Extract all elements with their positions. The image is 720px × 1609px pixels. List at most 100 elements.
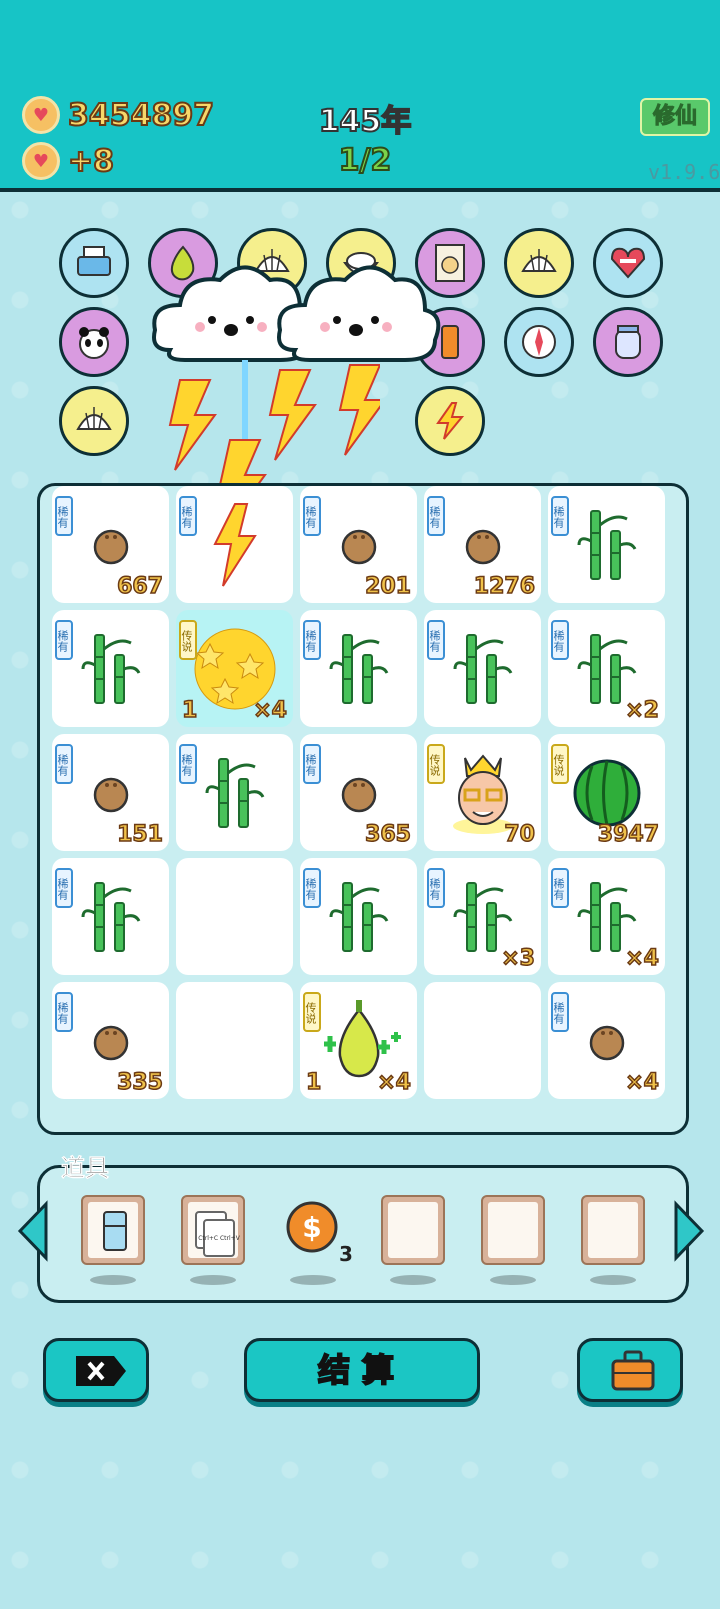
game-board: 稀有 667 稀有 稀有 201 稀有 1276 稀有 稀有 传说 ×4 1 稀有 稀有 稀有 ×2 稀有 151… <box>37 483 689 1135</box>
board-cell[interactable]: 稀有 ×4 <box>548 982 665 1099</box>
board-cell[interactable]: 稀有 <box>548 486 665 603</box>
rare-tag: 稀有 <box>427 868 445 908</box>
board-cell[interactable]: 稀有 <box>300 858 417 975</box>
board-cell[interactable]: 稀有 <box>176 734 293 851</box>
printer-icon <box>77 246 111 276</box>
coins-display: ♥ 3454897 <box>22 96 215 134</box>
coconut-icon <box>93 529 128 564</box>
board-cell[interactable]: 稀有 ×4 <box>548 858 665 975</box>
coconut-icon <box>93 1025 128 1060</box>
prop-slot-empty[interactable] <box>581 1195 645 1265</box>
compass-icon <box>522 325 556 359</box>
board-cell[interactable]: 稀有 1276 <box>424 486 541 603</box>
board-cell[interactable]: 稀有 201 <box>300 486 417 603</box>
board-cell[interactable]: 稀有 667 <box>52 486 169 603</box>
props-title: 道具 <box>61 1154 110 1183</box>
inventory-button[interactable] <box>577 1338 683 1402</box>
cell-value: 1276 <box>473 573 536 600</box>
coconut-icon <box>465 529 500 564</box>
rare-tag: 稀有 <box>55 496 73 536</box>
board-cell[interactable]: 稀有 ×2 <box>548 610 665 727</box>
board-cell[interactable]: 传说 3947 <box>548 734 665 851</box>
board-cell[interactable]: 传说 ×4 1 <box>176 610 293 727</box>
board-cell[interactable]: 稀有 <box>300 610 417 727</box>
board-cell[interactable]: 稀有 ×3 <box>424 858 541 975</box>
cell-count: 1 <box>181 697 198 724</box>
copy-paste-icon: Ctrl+C Ctrl+V <box>188 1202 241 1258</box>
copy-paste-text: Ctrl+C Ctrl+V <box>198 1235 241 1242</box>
prop-slot-fridge[interactable] <box>81 1195 145 1265</box>
relic-shell-icon[interactable] <box>59 386 129 456</box>
rare-tag: 稀有 <box>55 620 73 660</box>
skip-button[interactable] <box>43 1338 149 1402</box>
board-cell[interactable]: 稀有 <box>52 858 169 975</box>
board-cell[interactable] <box>176 982 293 1099</box>
dollar-coin-icon: $ <box>286 1201 338 1253</box>
board-cell[interactable]: 传说 ×4 1 <box>300 982 417 1099</box>
jar-icon <box>615 325 641 359</box>
fridge-icon <box>88 1202 138 1258</box>
relic-jar-icon[interactable] <box>593 307 663 377</box>
board-cell[interactable] <box>176 858 293 975</box>
cultivate-button[interactable]: 修仙 <box>640 98 710 136</box>
rare-tag: 稀有 <box>303 620 321 660</box>
board-cell[interactable] <box>424 982 541 1099</box>
board-cell[interactable]: 传说 70 <box>424 734 541 851</box>
prop-slot-coin[interactable]: $ 3 <box>285 1200 353 1266</box>
heart-fan-icon <box>610 247 646 279</box>
shell-icon <box>76 407 112 430</box>
version-label: v1.9.6 <box>648 160 720 184</box>
lightning-icon <box>436 402 465 440</box>
slot-shadow <box>490 1275 536 1285</box>
slot-shadow <box>290 1275 336 1285</box>
board-cell[interactable]: 稀有 151 <box>52 734 169 851</box>
props-prev-arrow-icon[interactable] <box>16 1200 50 1262</box>
round-counter: 1/2 <box>338 142 393 179</box>
relic-printer-icon[interactable] <box>59 228 129 298</box>
board-cell[interactable]: 稀有 365 <box>300 734 417 851</box>
legend-tag: 传说 <box>551 744 569 784</box>
prop-slot-copy-paste[interactable]: Ctrl+C Ctrl+V <box>181 1195 245 1265</box>
prop-slot-empty[interactable] <box>481 1195 545 1265</box>
rare-tag: 稀有 <box>179 496 197 536</box>
bamboo-icon <box>329 633 388 704</box>
props-next-arrow-icon[interactable] <box>672 1200 706 1262</box>
settle-button[interactable]: 结算 <box>244 1338 480 1402</box>
rare-tag: 稀有 <box>427 620 445 660</box>
rare-tag: 稀有 <box>427 496 445 536</box>
board-cell[interactable]: 稀有 <box>424 610 541 727</box>
backspace-x-icon <box>76 1356 126 1386</box>
bamboo-icon <box>577 509 636 580</box>
board-cell[interactable]: 稀有 <box>52 610 169 727</box>
bamboo-icon <box>577 881 636 952</box>
relic-lightning-icon[interactable] <box>415 386 485 456</box>
relic-shell-icon[interactable] <box>504 228 574 298</box>
cell-value: 365 <box>364 821 411 848</box>
cell-value: 201 <box>364 573 411 600</box>
lightning-bolt-icon <box>212 502 257 587</box>
cell-value: ×2 <box>625 697 660 724</box>
cloud-right-icon <box>277 265 441 362</box>
relic-panda-icon[interactable] <box>59 307 129 377</box>
coconut-icon <box>341 777 376 812</box>
income-display: ♥ +8 <box>22 142 115 180</box>
board-cell[interactable]: 稀有 <box>176 486 293 603</box>
bamboo-icon <box>81 881 140 952</box>
cell-value: ×3 <box>501 945 536 972</box>
rare-tag: 稀有 <box>551 992 569 1032</box>
coconut-icon <box>93 777 128 812</box>
cell-value: 3947 <box>597 821 660 848</box>
slot-shadow <box>590 1275 636 1285</box>
prop-slot-empty[interactable] <box>381 1195 445 1265</box>
shell-icon <box>521 249 557 272</box>
panda-icon <box>79 327 109 359</box>
income-value: +8 <box>67 143 115 180</box>
legend-tag: 传说 <box>303 992 321 1032</box>
board-cell[interactable]: 稀有 335 <box>52 982 169 1099</box>
coin-prop-count: 3 <box>339 1242 353 1266</box>
relic-compass-icon[interactable] <box>504 307 574 377</box>
cell-value: 70 <box>504 821 536 848</box>
relic-heart-fan-icon[interactable] <box>593 228 663 298</box>
bamboo-icon <box>453 633 512 704</box>
rare-tag: 稀有 <box>551 868 569 908</box>
